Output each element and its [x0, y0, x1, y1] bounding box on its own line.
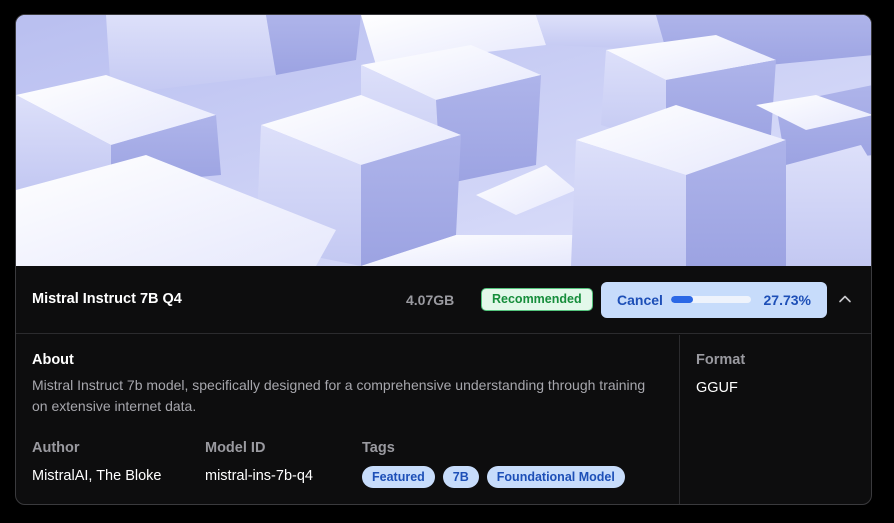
model-header: Mistral Instruct 7B Q4 4.07GB Recommende… — [16, 266, 871, 334]
about-description: Mistral Instruct 7b model, specifically … — [32, 377, 646, 414]
author-value: MistralAI, The Bloke — [32, 468, 162, 484]
hero-cubes-illustration — [16, 15, 871, 266]
model-id-value: mistral-ins-7b-q4 — [205, 468, 313, 484]
details-divider — [679, 335, 680, 504]
tags-list: Featured 7B Foundational Model — [362, 466, 625, 488]
download-progress-percent: 27.73% — [763, 292, 811, 308]
cancel-download-button[interactable]: Cancel 27.73% — [601, 282, 827, 318]
author-label: Author — [32, 440, 80, 456]
tag-foundational-model[interactable]: Foundational Model — [486, 466, 625, 488]
cancel-label: Cancel — [617, 292, 663, 308]
model-id-label: Model ID — [205, 440, 266, 456]
model-size: 4.07GB — [406, 292, 455, 308]
format-label: Format — [696, 352, 746, 368]
chevron-up-icon[interactable] — [838, 292, 852, 306]
tag-featured[interactable]: Featured — [362, 466, 435, 488]
tag-7b[interactable]: 7B — [442, 466, 479, 488]
recommended-badge: Recommended — [481, 288, 593, 311]
hero-image — [16, 15, 871, 266]
download-progress-bar — [671, 296, 751, 303]
tags-label: Tags — [362, 440, 395, 456]
download-progress-fill — [671, 296, 694, 303]
format-value: GGUF — [696, 380, 738, 396]
model-name: Mistral Instruct 7B Q4 — [32, 291, 182, 307]
about-heading: About — [32, 352, 74, 368]
model-card: Mistral Instruct 7B Q4 4.07GB Recommende… — [15, 14, 872, 505]
model-details: About Mistral Instruct 7b model, specifi… — [16, 335, 871, 504]
